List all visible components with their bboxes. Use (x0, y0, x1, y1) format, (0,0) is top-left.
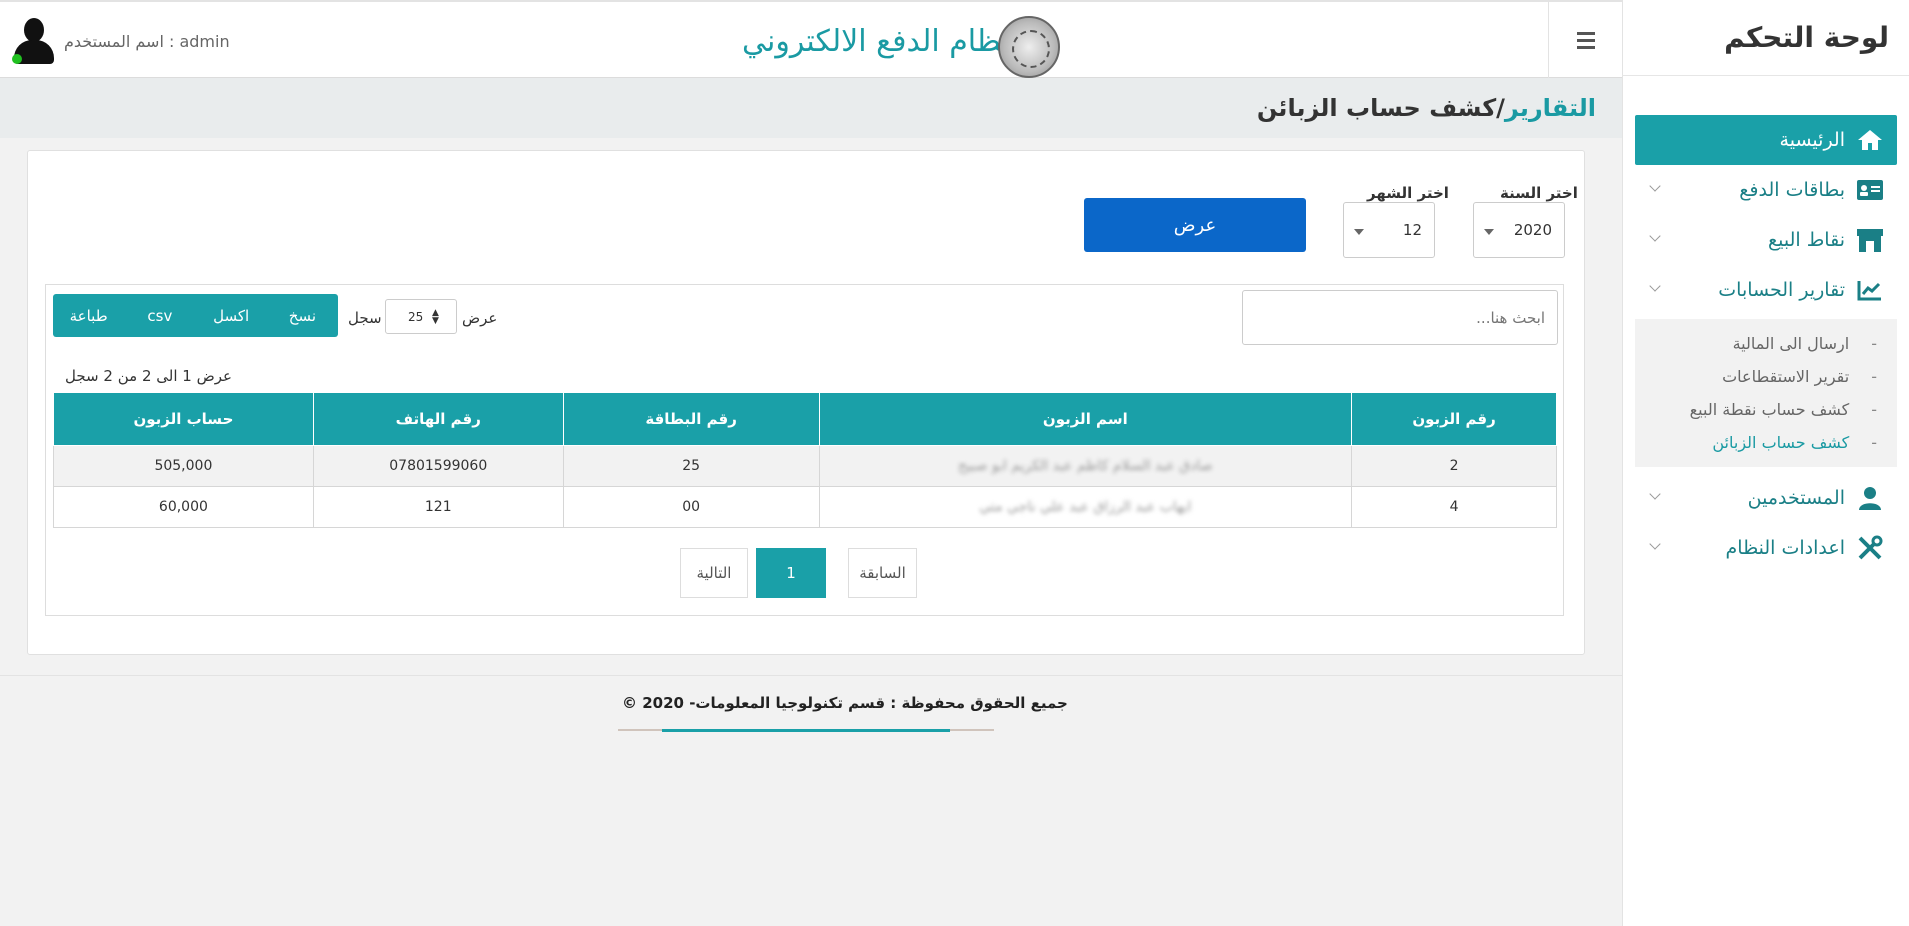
hamburger-icon (1576, 31, 1595, 35)
sidebar-item-account-reports[interactable]: تقارير الحسابات (1635, 265, 1897, 315)
blurred-name: ايهاب عبد الرزاق عبد علي ناجي متي (979, 499, 1192, 515)
blurred-name: صادق عبد السلام كاظم عبد الكريم ابو صبيح (958, 458, 1213, 474)
submenu-label: تقرير الاستقطاعات (1722, 367, 1850, 386)
print-button[interactable]: طباعة (53, 294, 124, 337)
cell-balance: 60,000 (53, 486, 314, 528)
pagination-page-1[interactable]: 1 (756, 548, 826, 598)
sidebar-item-home[interactable]: الرئيسية (1635, 115, 1897, 165)
store-icon (1855, 226, 1885, 254)
cell-customer-name: ايهاب عبد الرزاق عبد علي ناجي متي (818, 486, 1353, 528)
excel-button[interactable]: اكسل (196, 294, 267, 337)
month-label: اختر الشهر (1367, 184, 1449, 202)
cell-phone: 07801599060 (312, 445, 564, 487)
sidebar-item-label: نقاط البيع (1768, 229, 1845, 251)
logo-seal-icon (998, 16, 1060, 78)
cell-card-no: 25 (562, 445, 820, 487)
app-title: نظام الدفع الالكتروني (742, 24, 1010, 59)
sidebar-item-label: المستخدمين (1747, 487, 1845, 509)
search-input[interactable] (1242, 290, 1558, 345)
breadcrumb-section-link[interactable]: التقارير (1505, 94, 1596, 122)
menu-toggle-button[interactable] (1548, 2, 1622, 78)
top-bar: اسم المستخدم : admin نظام الدفع الالكترو… (0, 0, 1622, 78)
sidebar-item-system-settings[interactable]: اعدادات النظام (1635, 523, 1897, 573)
avatar-head (24, 18, 44, 42)
show-button[interactable]: عرض (1084, 198, 1306, 252)
reports-submenu: ارسال الى المالية - تقرير الاستقطاعات - كش… (1635, 319, 1897, 467)
column-header-phone[interactable]: رقم الهاتف (312, 392, 564, 446)
column-header-customer-no[interactable]: رقم الزبون (1351, 392, 1557, 446)
tools-icon (1855, 534, 1885, 562)
online-status-dot (12, 54, 22, 64)
table-info: عرض 1 الى 2 من 2 سجل (65, 367, 232, 385)
month-select[interactable]: 12 (1343, 202, 1435, 258)
length-prefix: عرض (462, 309, 498, 327)
submenu-label: كشف حساب نقطة البيع (1689, 400, 1850, 419)
year-label: اختر السنة (1500, 184, 1578, 202)
sidebar-item-label: بطاقات الدفع (1739, 179, 1845, 201)
submenu-item-pos-statement[interactable]: كشف حساب نقطة البيع - (1635, 393, 1897, 426)
sidebar-item-points-of-sale[interactable]: نقاط البيع (1635, 215, 1897, 265)
cell-phone: 121 (312, 486, 564, 528)
caret-down-icon (1484, 229, 1494, 235)
footer-divider (618, 729, 994, 732)
chevron-down-icon (1649, 230, 1661, 242)
submenu-item-send-to-finance[interactable]: ارسال الى المالية - (1635, 327, 1897, 360)
cell-customer-name: صادق عبد السلام كاظم عبد الكريم ابو صبيح (818, 445, 1353, 487)
column-header-card-no[interactable]: رقم البطاقة (562, 392, 820, 446)
footer-copyright: © 2020 -جميع الحقوق محفوظة : قسم تكنولوج… (622, 694, 1068, 712)
chart-line-icon (1855, 276, 1885, 304)
cell-customer-no: 2 (1351, 445, 1557, 487)
sidebar-item-label: اعدادات النظام (1725, 537, 1845, 559)
chevron-down-icon (1649, 538, 1661, 550)
pagination-previous[interactable]: السابقة (848, 548, 917, 598)
submenu-item-customers-statement[interactable]: كشف حساب الزبائن - (1635, 426, 1897, 459)
user-avatar[interactable] (12, 18, 56, 66)
sidebar: لوحة التحكم الرئيسية بطاقات الدفع نقاط ا… (1622, 0, 1909, 926)
cell-balance: 505,000 (53, 445, 314, 487)
sidebar-item-label: تقارير الحسابات (1718, 279, 1845, 301)
month-select-value: 12 (1402, 221, 1422, 239)
id-card-icon (1855, 176, 1885, 204)
submenu-label: ارسال الى المالية (1732, 334, 1850, 353)
pagination-next[interactable]: التالية (680, 548, 748, 598)
users-icon (1855, 484, 1885, 512)
breadcrumb-current: كشف حساب الزبائن (1256, 94, 1497, 122)
table-row[interactable]: 505,000 07801599060 25 صادق عبد السلام ك… (53, 445, 1557, 487)
username-label: اسم المستخدم : admin (64, 32, 230, 51)
cell-customer-no: 4 (1351, 486, 1557, 528)
cell-card-no: 00 (562, 486, 820, 528)
sidebar-menu: الرئيسية بطاقات الدفع نقاط البيع تقارير … (1635, 115, 1897, 573)
sidebar-title: لوحة التحكم (1622, 0, 1909, 76)
breadcrumb-separator: / (1496, 94, 1505, 122)
year-select-value: 2020 (1513, 221, 1552, 239)
length-suffix: سجل (348, 309, 382, 327)
column-header-customer-name[interactable]: اسم الزبون (818, 392, 1353, 446)
column-header-balance[interactable]: حساب الزبون (53, 392, 314, 446)
home-icon (1855, 126, 1885, 154)
chevron-down-icon (1649, 280, 1661, 292)
sidebar-item-label: الرئيسية (1779, 129, 1845, 151)
chevron-down-icon (1649, 180, 1661, 192)
footer: © 2020 -جميع الحقوق محفوظة : قسم تكنولوج… (0, 675, 1622, 926)
sidebar-item-payment-cards[interactable]: بطاقات الدفع (1635, 165, 1897, 215)
year-select[interactable]: 2020 (1473, 202, 1565, 258)
caret-down-icon (1354, 229, 1364, 235)
table-row[interactable]: 60,000 121 00 ايهاب عبد الرزاق عبد علي ن… (53, 486, 1557, 528)
page-length-value: 25 (408, 310, 424, 324)
submenu-item-deductions-report[interactable]: تقرير الاستقطاعات - (1635, 360, 1897, 393)
export-button-group: طباعة csv اكسل نسخ (53, 294, 338, 337)
sidebar-item-users[interactable]: المستخدمين (1635, 473, 1897, 523)
submenu-label: كشف حساب الزبائن (1712, 433, 1850, 452)
breadcrumb: كشف حساب الزبائن / التقارير (0, 78, 1622, 138)
sort-arrows-icon: ▲ ▼ (432, 308, 439, 326)
chevron-down-icon (1649, 488, 1661, 500)
page-length-select[interactable]: 25 ▲ ▼ (385, 299, 457, 334)
csv-button[interactable]: csv (124, 294, 195, 337)
customers-table: حساب الزبون رقم الهاتف رقم البطاقة اسم ا… (53, 392, 1557, 528)
copy-button[interactable]: نسخ (267, 294, 338, 337)
